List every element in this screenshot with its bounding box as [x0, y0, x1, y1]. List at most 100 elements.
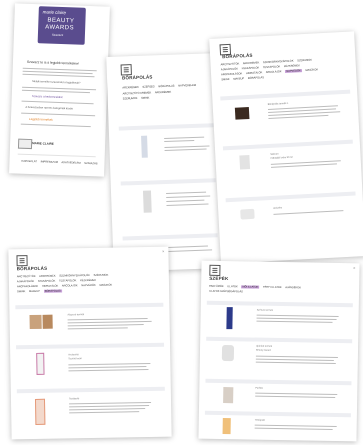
nav-item[interactable]: ARCOLAJOK [62, 284, 78, 287]
product-title: Testápoló [68, 397, 80, 401]
nav-item[interactable]: SMINK [221, 78, 229, 81]
nav-item[interactable]: ARCTISZTÍTÓ KRÉMEK [123, 91, 152, 95]
nav-item[interactable]: NYAKÁPOLÓK [242, 66, 260, 70]
product-title: Testápoló [254, 418, 266, 422]
close-icon[interactable]: × [353, 265, 355, 270]
nav-item[interactable]: TESTÁPOLÓK [59, 279, 76, 282]
award-footer-links: KAPCSOLAT IMPRESSZUM ADATVÉDELEM SZAVAZÁ… [21, 160, 100, 166]
nav-item[interactable]: TESTÁPOLÓK [263, 65, 280, 69]
award-cta-link[interactable]: Legjobb termékek [29, 117, 53, 122]
award-question: Melyik terméket szavaznád a legjobbnak? [32, 80, 81, 85]
nav-item[interactable]: HIDRATÁLÓK [42, 285, 58, 288]
nav-item-active[interactable]: BŐRÁPOLÁS [43, 289, 62, 293]
fr-nav-row2: ILLATOK SZÉPSÉGÁPOLÁS [209, 290, 246, 294]
close-icon[interactable]: × [162, 249, 164, 254]
right-nav-row4: SMINK MAKEUP BŐRÁPOLÁS [221, 76, 267, 81]
product-title: Arckrém [273, 206, 283, 210]
nav-item[interactable]: BŐRÁPOLÁS [158, 85, 174, 89]
nav-item[interactable]: SZÉRUMOK [297, 59, 312, 63]
award-header: marie claire BEAUTY AWARDS Szavazz [37, 6, 86, 45]
nav-item[interactable]: MASZKOK [99, 284, 112, 287]
product-image [223, 387, 234, 404]
nav-item[interactable]: ARCKRÉMEK [243, 61, 260, 65]
product-title: Alapozó termék [67, 313, 85, 317]
nav-item[interactable]: FÉRFI ILLATOK [263, 286, 282, 289]
product-image [36, 352, 45, 375]
category-icon [16, 255, 28, 267]
nav-item[interactable]: KÉZKRÉMEK [284, 64, 300, 68]
product-image [29, 314, 42, 330]
fl-nav-row4: SMINK MAKEUP BŐRÁPOLÁS [17, 289, 65, 293]
nav-item[interactable]: ARCTISZTÍTÓK [17, 275, 36, 278]
product-title: Bőrápolás termék 1 [267, 101, 289, 106]
mid-title: BŐRÁPOLÁS [121, 74, 153, 81]
nav-item[interactable]: ARCPAKOLÁSOK [17, 285, 38, 288]
nav-item[interactable]: SZEMKÖRNYÉKÁPOLÓK [59, 274, 90, 278]
nav-item[interactable]: HIDRATÁLÓK [246, 71, 263, 75]
nav-item[interactable]: ARCTISZTÍTÓK [221, 62, 240, 66]
front-left-title: BŐRÁPOLÁS [16, 265, 48, 272]
nav-item[interactable]: ILLATOK SZÉPSÉGÁPOLÁS [209, 290, 243, 294]
nav-item[interactable]: SZEMKÖRNYÉKÁPOLÓK [263, 60, 294, 65]
footer-logo-box [17, 138, 33, 150]
nav-item[interactable]: NAPVÉDELEM [178, 84, 196, 88]
footer-logo: MARIE CLAIRE [32, 141, 54, 146]
product-image [240, 208, 255, 220]
footer-link[interactable]: ADATVÉDELEM [61, 161, 80, 165]
fl-nav-row1: ARCTISZTÍTÓK ARCKRÉMEK SZEMKÖRNYÉKÁPOLÓK… [17, 274, 112, 279]
footer-link[interactable]: KAPCSOLAT [21, 160, 36, 164]
nav-item[interactable]: ARCPAKOLÁSOK [221, 72, 242, 76]
nav-item-active[interactable]: NAPVÉDŐK [285, 69, 302, 74]
nav-item[interactable]: ARCKRÉMEK [39, 275, 55, 278]
nav-item[interactable]: SZÉRUMOK [94, 274, 109, 277]
fl-nav-row3: ARCPAKOLÁSOK HIDRATÁLÓK ARCOLAJOK NAPVÉD… [17, 284, 115, 289]
front-left-listing-card: × BŐRÁPOLÁS ARCTISZTÍTÓK ARCKRÉMEK SZEMK… [8, 246, 172, 440]
nav-item[interactable]: NAPVÉDŐK [81, 284, 95, 287]
nav-item[interactable]: ARCKRÉMEK [155, 91, 172, 95]
nav-item[interactable]: SMINK [17, 290, 25, 293]
product-image [222, 418, 231, 435]
product-brand: Tisztító krém [68, 357, 82, 361]
product-image [239, 155, 251, 170]
nav-item[interactable]: SZÉPSÉG [142, 85, 154, 88]
nav-item[interactable]: ARCOLAJOK [266, 70, 282, 74]
product-image [34, 398, 46, 425]
award-card: marie claire BEAUTY AWARDS Szavazz Szava… [9, 3, 110, 177]
footer-link[interactable]: SZAVAZÁS [84, 162, 97, 165]
award-link[interactable]: Szavazz a kedvenceidre! [32, 94, 63, 99]
nav-item[interactable]: MAKEUP [233, 77, 244, 81]
fl-nav-row2: AJAKÁPOLÓK NYAKÁPOLÓK TESTÁPOLÓK KÉZKRÉM… [17, 279, 99, 283]
product-image [141, 135, 148, 158]
nav-item-active[interactable]: NŐI ILLATOK [241, 285, 260, 289]
mid-cats-2: SZÉRUMOK SMINK [123, 96, 153, 101]
product-title: Szérum termék [256, 308, 273, 312]
award-headline: Szavazz te is a legjobb termékekre! [26, 59, 80, 66]
footer-link[interactable]: IMPRESSZUM [41, 160, 58, 164]
mid-nav: ARCKRÉMEK SZÉPSÉG BŐRÁPOLÁS NAPVÉDELEM [122, 84, 199, 90]
product-title: Parfüm [255, 386, 264, 390]
badge-line2: AWARDS [45, 24, 75, 32]
front-right-listing-card: × SZÉPÉK PARFÜMÖK ILLATOK NŐI ILLATOK FÉ… [198, 260, 360, 442]
right-listing-card: BŐRÁPOLÁS ARCTISZTÍTÓK ARCKRÉMEK SZEMKÖR… [209, 31, 363, 264]
mid-listing-card: BŐRÁPOLÁS ARCKRÉMEK SZÉPSÉG BŐRÁPOLÁS NA… [106, 53, 224, 272]
nav-item[interactable]: MAKEUP [29, 290, 40, 293]
front-right-title: SZÉPÉK [209, 275, 229, 282]
product-image [142, 190, 152, 213]
nav-item[interactable]: ARCKRÉMEK [122, 86, 139, 90]
badge-sub: Szavazz [51, 32, 64, 38]
nav-item[interactable]: KÉZKRÉMEK [80, 279, 96, 282]
nav-item[interactable]: MASZKOK [305, 68, 318, 72]
product-image [42, 314, 53, 329]
award-rule-heading: A Szavazásban nyertes kategóriák között [25, 105, 73, 111]
nav-item[interactable]: ILLATOK [227, 285, 237, 288]
product-image [234, 106, 250, 120]
nav-item[interactable]: SMINK [141, 97, 149, 100]
nav-item[interactable]: BŐRÁPOLÁS [248, 76, 264, 80]
nav-item[interactable]: SZÉRUMOK [123, 97, 138, 101]
nav-item[interactable]: AJAKÁPOLÓK [17, 280, 34, 283]
product-brand: Beauty Award [255, 348, 271, 352]
nav-item[interactable]: AJAKÁPOLÓK [221, 67, 238, 71]
nav-item[interactable]: PARFÜMÖK [209, 285, 224, 288]
nav-item[interactable]: NYAKÁPOLÓK [38, 280, 56, 283]
nav-item[interactable]: AJÁNDÉKOK [285, 286, 301, 289]
